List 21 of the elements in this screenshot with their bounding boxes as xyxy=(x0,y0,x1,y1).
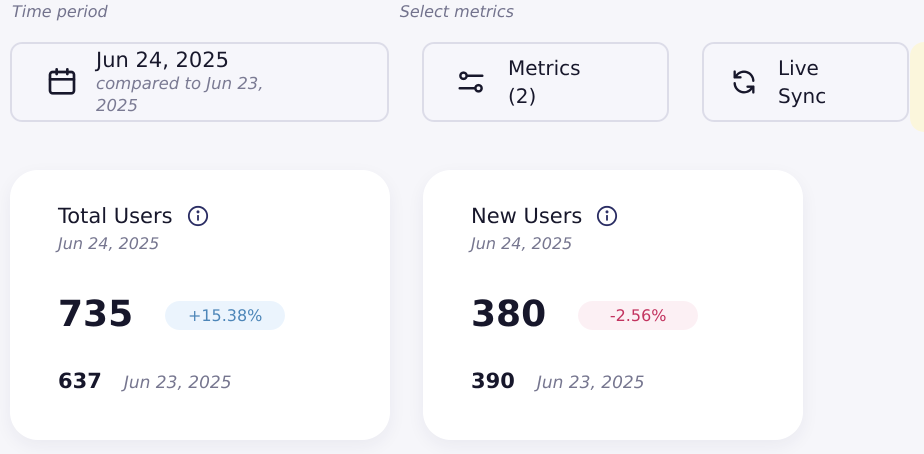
previous-date: Jun 23, 2025 xyxy=(536,373,645,393)
change-badge: -2.56% xyxy=(578,300,698,330)
card-title: Total Users xyxy=(58,204,173,228)
selected-date: Jun 24, 2025 xyxy=(96,47,230,73)
previous-value: 390 xyxy=(471,369,515,393)
card-date: Jun 24, 2025 xyxy=(58,234,390,253)
change-badge: +15.38% xyxy=(165,300,286,330)
previous-value: 637 xyxy=(58,369,102,393)
metric-value: 735 xyxy=(58,293,134,337)
filter-label: Time period xyxy=(12,2,108,21)
filter-label: Select metrics xyxy=(400,2,514,21)
live-sync-button[interactable]: Live Sync xyxy=(702,42,909,122)
info-icon[interactable] xyxy=(186,205,209,227)
metric-value: 380 xyxy=(471,293,546,337)
previous-date: Jun 23, 2025 xyxy=(124,373,232,393)
date-picker-button[interactable]: Jun 24, 2025 compared to Jun 23, 2025 xyxy=(10,42,389,122)
info-icon[interactable] xyxy=(596,205,618,227)
metrics-button[interactable]: Metrics (2) xyxy=(422,42,669,122)
card-date: Jun 24, 2025 xyxy=(471,234,803,253)
card-title: New Users xyxy=(471,204,582,228)
comparison-date: compared to Jun 23, 2025 xyxy=(96,73,265,117)
